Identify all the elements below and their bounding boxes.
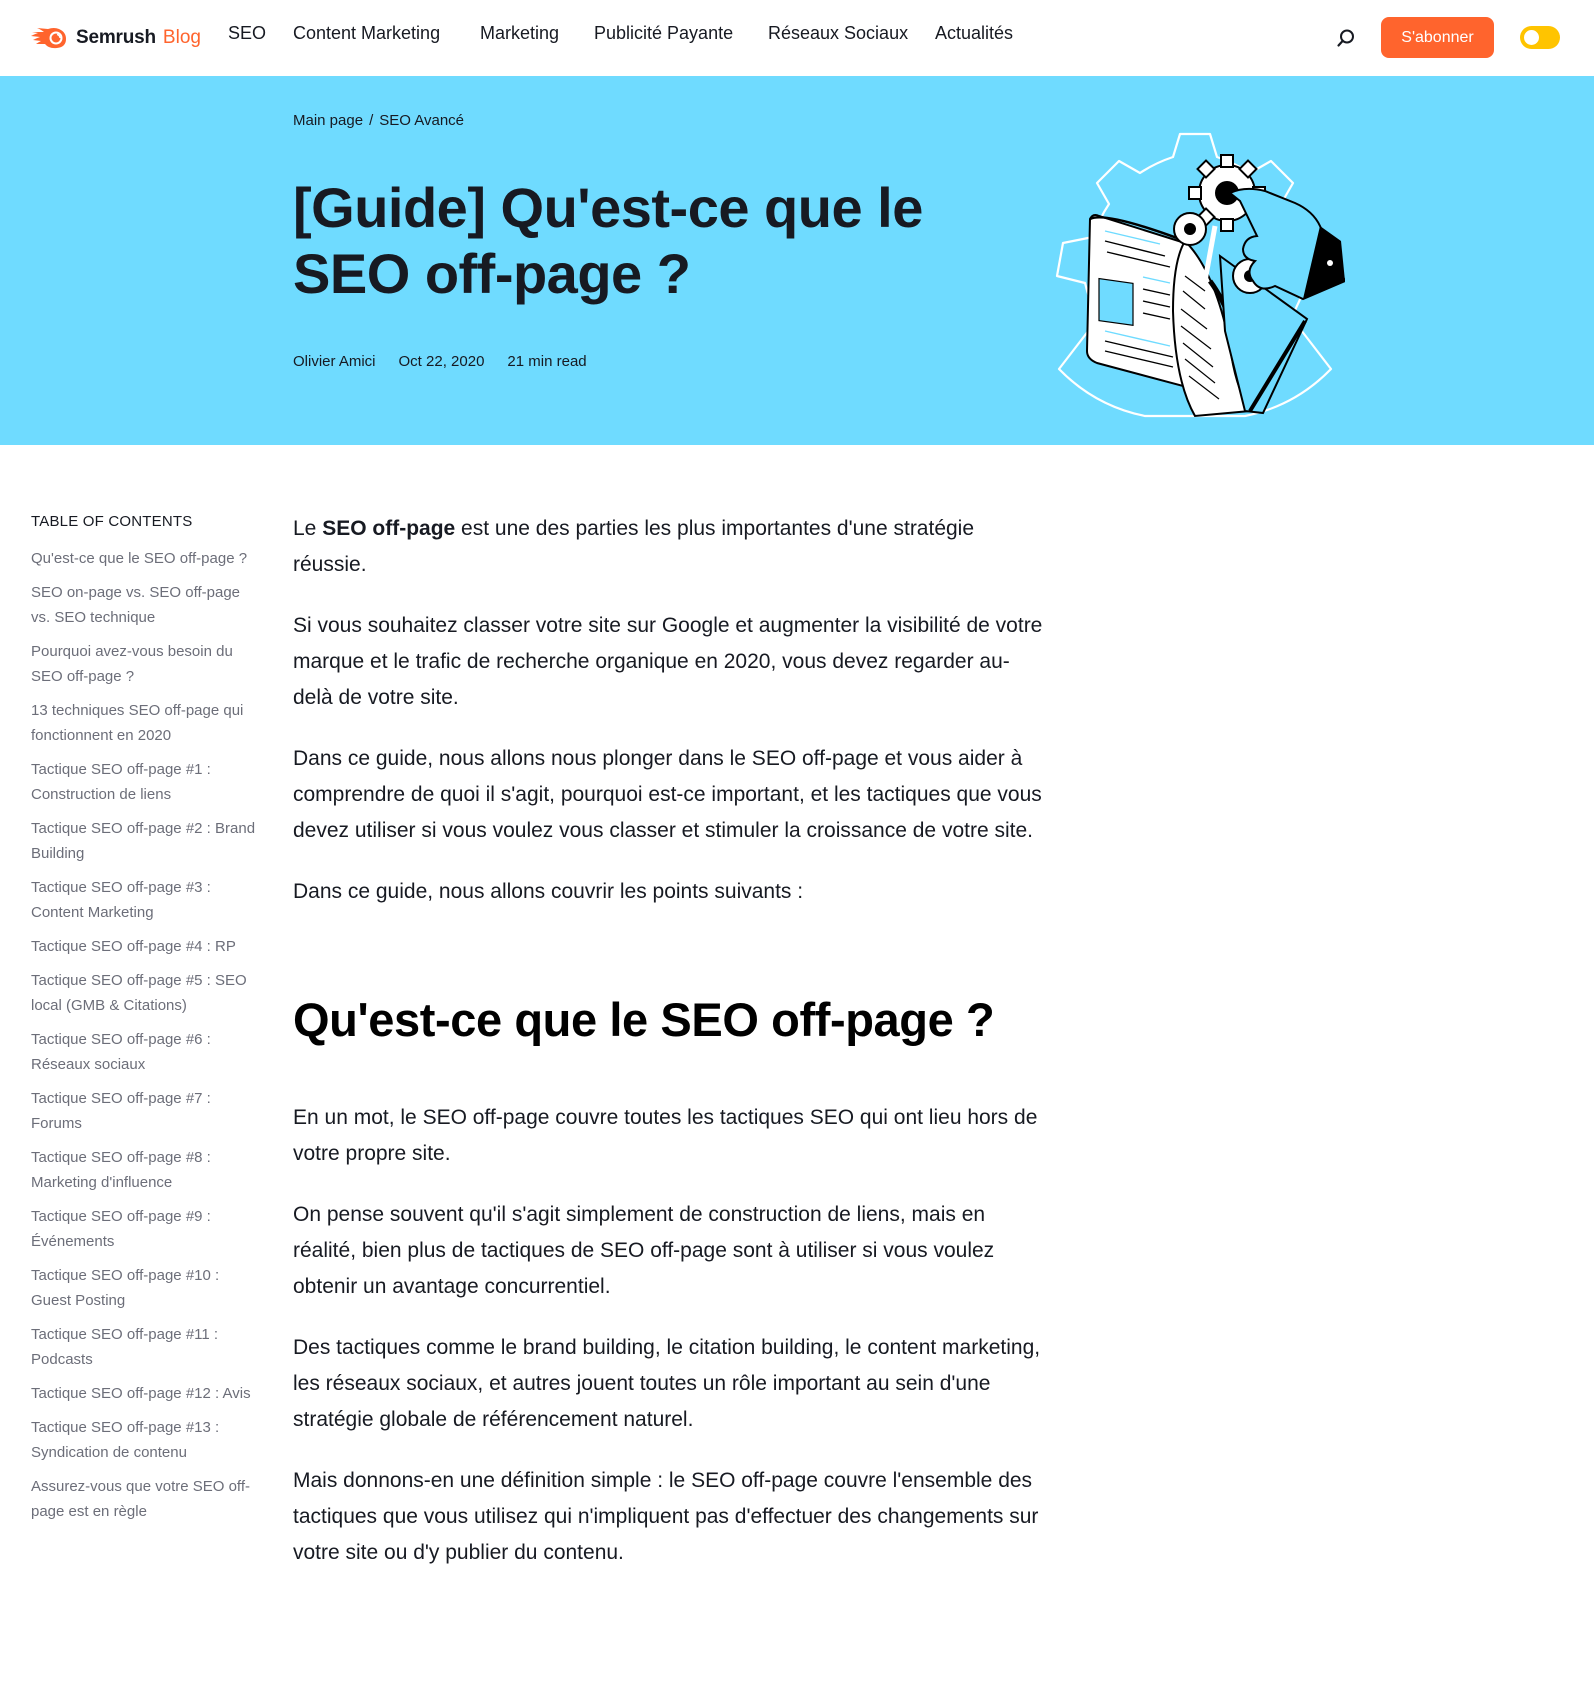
toc-link[interactable]: Tactique SEO off-page #2 : Brand Buildin… [31, 816, 256, 866]
article-hero: Main page / SEO Avancé [Guide] Qu'est-ce… [0, 76, 1594, 445]
toc-item: Tactique SEO off-page #7 : Forums [31, 1086, 256, 1136]
toc-item: Tactique SEO off-page #3 : Content Marke… [31, 875, 256, 925]
nav-item-paid-advertising[interactable]: Publicité Payante [594, 23, 733, 44]
toc-link[interactable]: Assurez-vous que votre SEO off-page est … [31, 1474, 256, 1524]
toc-link[interactable]: Tactique SEO off-page #12 : Avis [31, 1381, 256, 1406]
body-paragraph: Mais donnons-en une définition simple : … [293, 1469, 1039, 1564]
toc-link[interactable]: Tactique SEO off-page #7 : Forums [31, 1086, 256, 1136]
subscribe-button[interactable]: S'abonner [1381, 17, 1494, 58]
article-title: [Guide] Qu'est-ce que le SEO off-page ? [293, 176, 923, 305]
theme-toggle[interactable] [1520, 26, 1560, 49]
toc-link[interactable]: Pourquoi avez-vous besoin du SEO off-pag… [31, 639, 256, 689]
search-icon [1337, 29, 1354, 47]
breadcrumb-main-page[interactable]: Main page [293, 112, 363, 129]
nav-item-marketing[interactable]: Marketing [480, 23, 559, 44]
publish-date: Oct 22, 2020 [398, 353, 485, 370]
toc-item: Pourquoi avez-vous besoin du SEO off-pag… [31, 639, 256, 689]
toc-item: Tactique SEO off-page #8 : Marketing d'i… [31, 1145, 256, 1195]
semrush-fireball-icon [31, 28, 66, 49]
toc-item: SEO on-page vs. SEO off-page vs. SEO tec… [31, 580, 256, 630]
toc-title: TABLE OF CONTENTS [31, 513, 193, 530]
toc-item: Tactique SEO off-page #13 : Syndication … [31, 1415, 256, 1465]
toc-item: Qu'est-ce que le SEO off-page ? [31, 546, 256, 571]
toc-item: 13 techniques SEO off-page qui fonctionn… [31, 698, 256, 748]
toc-link[interactable]: Tactique SEO off-page #9 : Événements [31, 1204, 256, 1254]
toc-link[interactable]: Tactique SEO off-page #5 : SEO local (GM… [31, 968, 256, 1018]
toc-link[interactable]: Qu'est-ce que le SEO off-page ? [31, 546, 256, 571]
site-header: Semrush Blog SEO Content Marketing Marke… [0, 0, 1594, 76]
intro-paragraph: Le SEO off-page est une des parties les … [293, 511, 1043, 583]
article-meta: Olivier Amici Oct 22, 2020 21 min read [293, 353, 610, 370]
section-heading: Qu'est-ce que le SEO off-page ? [293, 993, 995, 1046]
toc-item: Tactique SEO off-page #12 : Avis [31, 1381, 256, 1406]
nav-item-content-marketing[interactable]: Content Marketing [293, 23, 440, 44]
nav-item-social-media[interactable]: Réseaux Sociaux [768, 23, 908, 44]
read-time: 21 min read [507, 353, 587, 370]
nav-item-news[interactable]: Actualités [935, 23, 1013, 44]
book-gears-hand-illustration [1055, 132, 1345, 418]
nav-item-seo[interactable]: SEO [228, 23, 266, 44]
toc-link[interactable]: Tactique SEO off-page #8 : Marketing d'i… [31, 1145, 256, 1195]
breadcrumb-separator: / [369, 112, 374, 129]
brand-section: Blog [162, 27, 201, 48]
toc-item: Tactique SEO off-page #5 : SEO local (GM… [31, 968, 256, 1018]
body-paragraph: Si vous souhaitez classer votre site sur… [293, 614, 1043, 709]
toc-item: Tactique SEO off-page #11 : Podcasts [31, 1322, 256, 1372]
gear-small-left-icon [1173, 212, 1207, 246]
body-paragraph: En un mot, le SEO off-page couvre toutes… [293, 1106, 1038, 1165]
semrush-blog-logo[interactable]: Semrush Blog [30, 22, 201, 54]
article-body: Le SEO off-page est une des parties les … [293, 511, 1043, 1596]
toc-link[interactable]: Tactique SEO off-page #10 : Guest Postin… [31, 1263, 256, 1313]
toc-link[interactable]: Tactique SEO off-page #3 : Content Marke… [31, 875, 256, 925]
toc-link[interactable]: Tactique SEO off-page #11 : Podcasts [31, 1322, 256, 1372]
lead-in-paragraph: Dans ce guide, nous allons couvrir les p… [293, 880, 804, 903]
author-name[interactable]: Olivier Amici [293, 353, 376, 370]
toc-link[interactable]: SEO on-page vs. SEO off-page vs. SEO tec… [31, 580, 256, 630]
table-of-contents: TABLE OF CONTENTS Qu'est-ce que le SEO o… [31, 513, 256, 1533]
toc-item: Tactique SEO off-page #1 : Construction … [31, 757, 256, 807]
body-paragraph: Des tactiques comme le brand building, l… [293, 1336, 1041, 1431]
intro-prefix: Le [293, 517, 323, 540]
intro-bold-term: SEO off-page [322, 517, 456, 540]
search-button[interactable] [1333, 25, 1359, 51]
toc-link[interactable]: Tactique SEO off-page #4 : RP [31, 934, 256, 959]
toc-item: Tactique SEO off-page #10 : Guest Postin… [31, 1263, 256, 1313]
body-paragraph: Dans ce guide, nous allons nous plonger … [293, 747, 1042, 842]
toc-item: Tactique SEO off-page #2 : Brand Buildin… [31, 816, 256, 866]
brand-name: Semrush [76, 27, 156, 48]
toc-item: Tactique SEO off-page #9 : Événements [31, 1204, 256, 1254]
toggle-knob [1524, 30, 1539, 45]
toc-item: Assurez-vous que votre SEO off-page est … [31, 1474, 256, 1524]
toc-list: Qu'est-ce que le SEO off-page ? SEO on-p… [31, 546, 256, 1524]
breadcrumb: Main page / SEO Avancé [293, 112, 464, 129]
toc-link[interactable]: 13 techniques SEO off-page qui fonctionn… [31, 698, 256, 748]
toc-item: Tactique SEO off-page #6 : Réseaux socia… [31, 1027, 256, 1077]
body-paragraph: On pense souvent qu'il s'agit simplement… [293, 1203, 995, 1298]
toc-link[interactable]: Tactique SEO off-page #13 : Syndication … [31, 1415, 256, 1465]
toc-link[interactable]: Tactique SEO off-page #1 : Construction … [31, 757, 256, 807]
toc-link[interactable]: Tactique SEO off-page #6 : Réseaux socia… [31, 1027, 256, 1077]
breadcrumb-seo-avance[interactable]: SEO Avancé [379, 112, 464, 129]
toc-item: Tactique SEO off-page #4 : RP [31, 934, 256, 959]
